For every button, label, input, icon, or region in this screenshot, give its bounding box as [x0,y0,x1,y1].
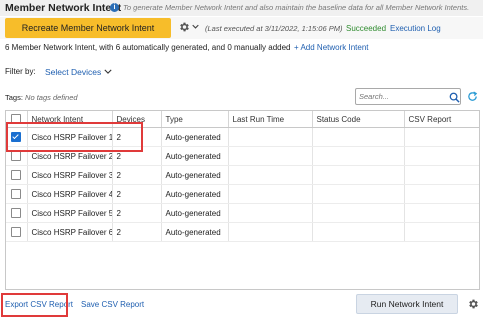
row-checkbox[interactable] [11,170,22,180]
row-checkbox[interactable] [11,151,22,161]
select-all-checkbox-cell[interactable] [6,111,27,128]
page-subtitle: To generate Member Network Intent and al… [123,3,470,12]
select-all-checkbox[interactable] [11,114,22,124]
csv-report-cell [403,203,479,223]
toolbar: Recreate Member Network Intent (Last exe… [0,17,483,39]
intent-name-cell[interactable]: Cisco HSRP Failover 4 [26,184,112,204]
last-executed-text: (Last executed at 3/11/2022, 1:15:06 PM) [205,24,343,33]
status-code-cell [311,222,404,242]
table-row[interactable]: Cisco HSRP Failover 1 2 Auto-generated [6,127,479,147]
gear-icon[interactable] [178,21,190,33]
tags-label: Tags: [5,93,23,102]
csv-report-cell [403,127,479,147]
type-cell: Auto-generated [160,184,228,204]
status-code-cell [311,203,404,223]
devices-cell: 2 [111,222,161,242]
title-bar: Member Network Intent i To generate Memb… [0,0,483,16]
recreate-intent-button[interactable]: Recreate Member Network Intent [5,18,171,38]
type-cell: Auto-generated [160,146,228,166]
table-row[interactable]: Cisco HSRP Failover 6 2 Auto-generated [6,222,479,242]
intent-name-cell[interactable]: Cisco HSRP Failover 3 [26,165,112,185]
execution-log-link[interactable]: Execution Log [390,24,441,33]
type-cell: Auto-generated [160,222,228,242]
last-run-cell [227,184,312,204]
last-run-cell [227,222,312,242]
last-run-cell [227,146,312,166]
last-run-cell [227,203,312,223]
refresh-icon[interactable] [467,91,478,102]
devices-cell: 2 [111,146,161,166]
devices-cell: 2 [111,184,161,204]
csv-report-cell [403,222,479,242]
search-icon[interactable] [449,92,460,103]
tags-row: Tags: No tags defined [5,93,78,102]
table-row[interactable]: Cisco HSRP Failover 4 2 Auto-generated [6,184,479,204]
table-row[interactable]: Cisco HSRP Failover 2 2 Auto-generated [6,146,479,166]
devices-cell: 2 [111,127,161,147]
table-row[interactable]: Cisco HSRP Failover 5 2 Auto-generated [6,203,479,223]
row-checkbox[interactable] [11,227,22,237]
status-code-cell [311,146,404,166]
last-run-cell [227,127,312,147]
devices-cell: 2 [111,165,161,185]
gear-icon[interactable] [467,298,479,310]
intent-summary: 6 Member Network Intent, with 6 automati… [5,43,291,52]
intent-name-cell[interactable]: Cisco HSRP Failover 1 [26,127,112,147]
column-header[interactable]: Devices [111,111,161,128]
intent-name-cell[interactable]: Cisco HSRP Failover 6 [26,222,112,242]
intent-name-cell[interactable]: Cisco HSRP Failover 2 [26,146,112,166]
intent-table: Network Intent Devices Type Last Run Tim… [5,110,480,290]
column-header[interactable]: Type [160,111,228,128]
select-devices-dropdown[interactable]: Select Devices [45,67,101,77]
save-csv-report-link[interactable]: Save CSV Report [81,300,144,309]
tags-value: No tags defined [25,93,78,102]
column-header[interactable]: Network Intent [26,111,112,128]
export-csv-report-link[interactable]: Export CSV Report [5,300,73,309]
column-header[interactable]: CSV Report [403,111,479,128]
table-header: Network Intent Devices Type Last Run Tim… [6,111,479,128]
intent-name-cell[interactable]: Cisco HSRP Failover 5 [26,203,112,223]
csv-report-cell [403,184,479,204]
status-code-cell [311,127,404,147]
status-text: Succeeded [346,24,387,33]
search-box[interactable] [355,88,461,105]
csv-report-cell [403,165,479,185]
filter-label: Filter by: [5,67,36,76]
type-cell: Auto-generated [160,165,228,185]
row-checkbox[interactable] [11,208,22,218]
row-checkbox[interactable] [11,132,22,142]
run-network-intent-button[interactable]: Run Network Intent [356,294,458,314]
search-input[interactable] [359,91,443,102]
row-checkbox[interactable] [11,189,22,199]
type-cell: Auto-generated [160,203,228,223]
info-icon[interactable]: i [110,3,119,12]
status-code-cell [311,165,404,185]
add-network-intent-link[interactable]: + Add Network Intent [294,43,369,52]
status-code-cell [311,184,404,204]
type-cell: Auto-generated [160,127,228,147]
chevron-down-icon[interactable] [192,23,199,30]
devices-cell: 2 [111,203,161,223]
csv-report-cell [403,146,479,166]
column-header[interactable]: Last Run Time [227,111,312,128]
page-title: Member Network Intent [5,2,122,14]
last-run-cell [227,165,312,185]
chevron-down-icon[interactable] [104,68,112,75]
column-header[interactable]: Status Code [311,111,404,128]
table-row[interactable]: Cisco HSRP Failover 3 2 Auto-generated [6,165,479,185]
